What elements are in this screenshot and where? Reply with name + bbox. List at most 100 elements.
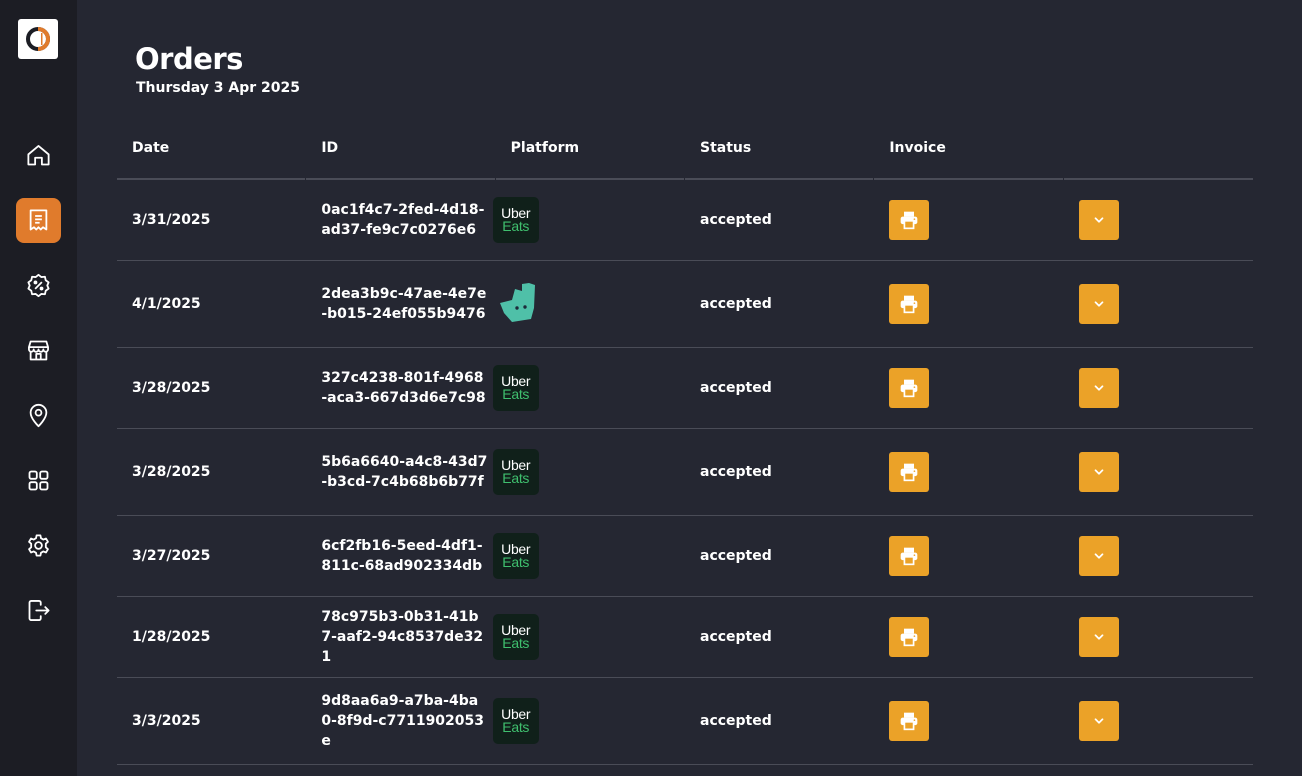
- order-id: 2dea3b9c-47ae-4e7e-b015-24ef055b9476: [321, 286, 487, 322]
- printer-icon: [901, 379, 918, 398]
- expand-order-button[interactable]: [1078, 701, 1119, 741]
- order-id: 5b6a6640-a4c8-43d7-b3cd-7c4b68b6b77f: [321, 454, 488, 490]
- column-header-actions: [1063, 130, 1253, 180]
- order-id: 6cf2fb16-5eed-4df1-811c-68ad902334db: [321, 538, 483, 574]
- order-date: 3/28/2025: [132, 464, 211, 480]
- expand-order-button[interactable]: [1078, 452, 1119, 492]
- print-invoice-button[interactable]: [889, 200, 930, 240]
- printer-icon: [901, 211, 918, 230]
- chevron-down-icon: [1094, 553, 1104, 559]
- invoice-cell: [874, 200, 1063, 240]
- location-icon: [29, 403, 48, 428]
- print-invoice-button[interactable]: [889, 536, 930, 576]
- expand-order-button[interactable]: [1078, 284, 1119, 324]
- expand-order-button[interactable]: [1078, 200, 1119, 240]
- order-id: 0ac1f4c7-2fed-4d18-ad37-fe9c7c0276e6: [321, 202, 485, 238]
- order-status: accepted: [700, 713, 772, 729]
- order-id: 9d8aa6a9-a7ba-4ba0-8f9d-c7711902053e: [321, 693, 485, 749]
- nav-orders[interactable]: [16, 198, 61, 243]
- orders-table: Date ID Platform Status Invoice 3/31/202…: [117, 130, 1253, 765]
- invoice-cell: [874, 617, 1063, 657]
- uber-eats-logo: Uber Eats: [492, 533, 539, 579]
- expand-order-button[interactable]: [1078, 617, 1119, 657]
- invoice-cell: [874, 701, 1063, 741]
- printer-icon: [901, 547, 918, 566]
- orders-icon: [29, 209, 48, 231]
- column-header-status: Status: [684, 130, 876, 180]
- print-invoice-button[interactable]: [889, 701, 930, 741]
- invoice-cell: [874, 284, 1063, 324]
- expand-order-button[interactable]: [1078, 536, 1119, 576]
- table-row: 3/31/2025 0ac1f4c7-2fed-4d18-ad37-fe9c7c0…: [117, 180, 1253, 261]
- nav-settings[interactable]: [16, 523, 61, 568]
- table-row: 3/3/2025 9d8aa6a9-a7ba-4ba0-8f9d-c7711902…: [117, 678, 1253, 765]
- print-invoice-button[interactable]: [889, 452, 930, 492]
- table-row: 4/1/2025 2dea3b9c-47ae-4e7e-b015-24ef055b…: [117, 261, 1253, 348]
- expand-order-button[interactable]: [1078, 368, 1119, 408]
- chevron-down-icon: [1094, 469, 1104, 475]
- table-row: 3/27/2025 6cf2fb16-5eed-4df1-811c-68ad902…: [117, 516, 1253, 597]
- chevron-down-icon: [1094, 634, 1104, 640]
- print-invoice-button[interactable]: [889, 617, 930, 657]
- invoice-cell: [874, 452, 1063, 492]
- printer-icon: [901, 712, 918, 731]
- order-platform: Uber Eats: [492, 449, 685, 495]
- printer-icon: [901, 463, 918, 482]
- column-header-invoice: Invoice: [874, 130, 1065, 180]
- sidebar: [0, 0, 77, 776]
- column-header-id: ID: [306, 130, 497, 180]
- order-platform: Uber Eats: [492, 698, 685, 744]
- chevron-down-icon: [1094, 718, 1104, 724]
- deliveroo-icon: [499, 283, 535, 322]
- nav-home[interactable]: [16, 133, 61, 178]
- uber-eats-logo-line2: Eats: [502, 635, 530, 651]
- uber-eats-logo: Uber Eats: [492, 365, 539, 411]
- chevron-down-icon: [1094, 217, 1104, 223]
- app-logo[interactable]: [18, 19, 58, 59]
- uber-eats-logo-line2: Eats: [502, 470, 530, 486]
- order-status: accepted: [700, 629, 772, 645]
- table-row: 1/28/2025 78c975b3-0b31-41b7-aaf2-94c8537…: [117, 597, 1253, 678]
- actions-cell: [1064, 536, 1253, 576]
- order-date: 1/28/2025: [132, 629, 211, 645]
- uber-eats-logo-line2: Eats: [502, 218, 530, 234]
- uber-eats-logo: Uber Eats: [492, 698, 539, 744]
- nav-discounts[interactable]: [16, 263, 61, 308]
- page-title: Orders: [135, 42, 243, 76]
- order-status: accepted: [700, 464, 772, 480]
- uber-eats-logo: Uber Eats: [492, 449, 539, 495]
- table-row: 3/28/2025 5b6a6640-a4c8-43d7-b3cd-7c4b68b…: [117, 429, 1253, 516]
- uber-eats-logo: Uber Eats: [492, 197, 539, 243]
- uber-eats-logo: Uber Eats: [492, 614, 539, 660]
- actions-cell: [1064, 617, 1253, 657]
- deliveroo-logo: [495, 281, 541, 327]
- uber-eats-logo-line2: Eats: [502, 719, 530, 735]
- store-icon: [28, 340, 49, 361]
- actions-cell: [1064, 284, 1253, 324]
- actions-cell: [1064, 701, 1253, 741]
- order-date: 3/3/2025: [132, 713, 201, 729]
- nav-apps[interactable]: [16, 458, 61, 503]
- order-status: accepted: [700, 380, 772, 396]
- print-invoice-button[interactable]: [889, 368, 930, 408]
- order-platform: Uber Eats: [492, 533, 685, 579]
- home-icon: [27, 145, 50, 166]
- order-platform: Uber Eats: [492, 365, 685, 411]
- uber-eats-logo-line2: Eats: [502, 554, 530, 570]
- nav-locations[interactable]: [16, 393, 61, 438]
- nav-logout[interactable]: [16, 588, 61, 633]
- actions-cell: [1064, 368, 1253, 408]
- order-date: 3/28/2025: [132, 380, 211, 396]
- uber-eats-logo-line2: Eats: [502, 386, 530, 402]
- table-header: Date ID Platform Status Invoice: [117, 130, 1253, 180]
- nav-store[interactable]: [16, 328, 61, 373]
- order-date: 3/27/2025: [132, 548, 211, 564]
- settings-icon: [28, 534, 49, 557]
- order-id: 78c975b3-0b31-41b7-aaf2-94c8537de321: [321, 609, 484, 665]
- apps-grid-icon: [28, 470, 49, 491]
- logo-icon: [26, 27, 50, 51]
- print-invoice-button[interactable]: [889, 284, 930, 324]
- printer-icon: [901, 295, 918, 314]
- order-platform: Uber Eats: [492, 614, 685, 660]
- order-status: accepted: [700, 296, 772, 312]
